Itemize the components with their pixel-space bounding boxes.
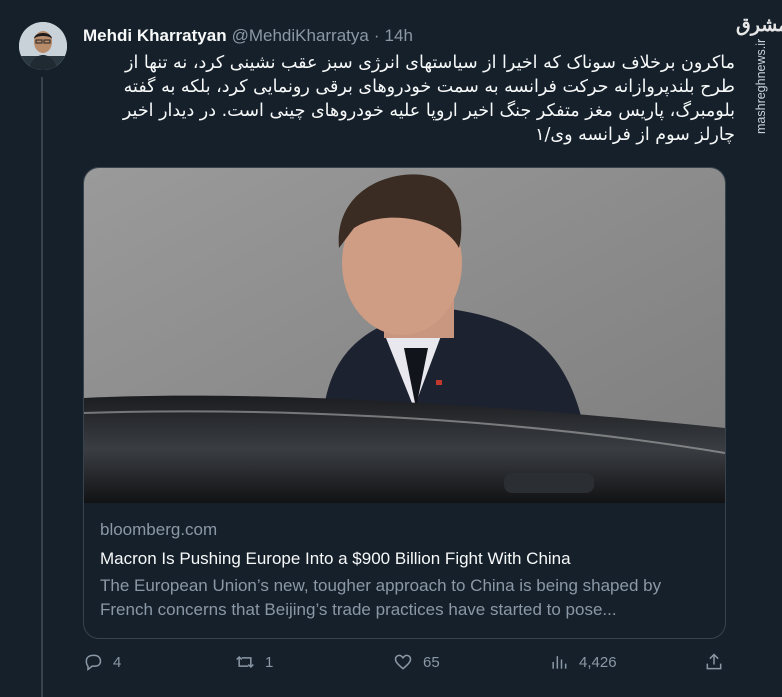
watermark-site: mashreghnews.ir xyxy=(754,38,768,134)
reply-count: 4 xyxy=(113,653,122,671)
view-count: 4,426 xyxy=(579,653,617,671)
avatar-image xyxy=(19,22,67,70)
views-icon xyxy=(552,656,567,669)
share-button[interactable] xyxy=(704,652,724,672)
separator-dot: · xyxy=(373,26,380,45)
heart-icon xyxy=(394,654,412,670)
share-icon xyxy=(706,653,722,670)
thread-line xyxy=(41,77,43,697)
card-image xyxy=(84,168,725,503)
like-count: 65 xyxy=(423,653,440,671)
author-name[interactable]: Mehdi Kharratyan xyxy=(83,26,227,46)
reply-icon xyxy=(85,654,102,672)
watermark: مشرق mashreghnews.ir xyxy=(732,10,782,250)
tweet-text: ماکرون برخلاف سوناک که اخیرا از سیاستهای… xyxy=(122,53,735,145)
card-title: Macron Is Pushing Europe Into a $900 Bil… xyxy=(100,549,571,568)
card-description: The European Union’s new, tougher approa… xyxy=(100,576,662,619)
retweet-button[interactable]: 1 xyxy=(235,652,273,672)
retweet-icon xyxy=(236,655,254,669)
tweet-header: Mehdi Kharratyan @MehdiKharratya · 14h xyxy=(83,26,413,46)
views-button[interactable]: 4,426 xyxy=(549,652,617,672)
link-card[interactable]: bloomberg.com Macron Is Pushing Europe I… xyxy=(83,167,726,639)
avatar[interactable] xyxy=(19,22,67,70)
retweet-count: 1 xyxy=(265,653,274,671)
like-button[interactable]: 65 xyxy=(393,652,440,672)
action-bar: 4 1 65 4,426 xyxy=(83,652,731,680)
author-handle[interactable]: @MehdiKharratya xyxy=(232,26,369,46)
watermark-logo: مشرق xyxy=(736,14,782,36)
timestamp[interactable]: 14h xyxy=(385,26,413,46)
reply-button[interactable]: 4 xyxy=(83,652,121,672)
card-domain: bloomberg.com xyxy=(100,520,218,539)
